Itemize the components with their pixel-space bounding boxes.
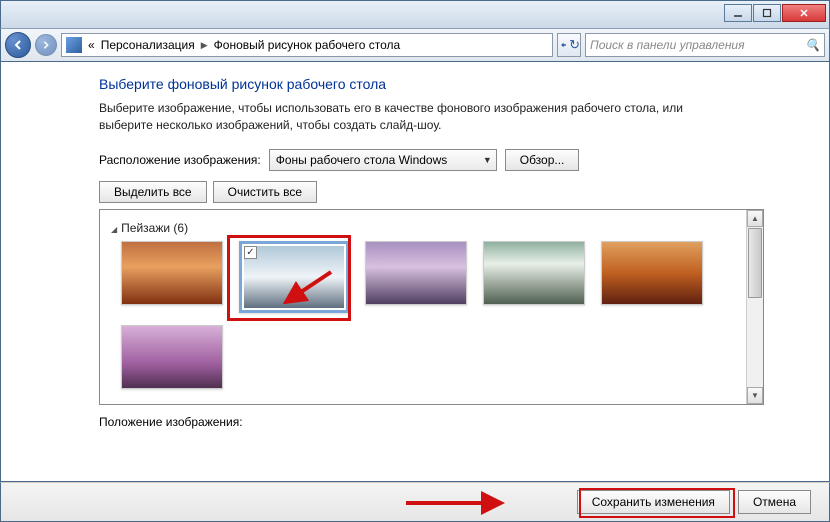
forward-button[interactable] [35, 34, 57, 56]
breadcrumb-level1[interactable]: Персонализация [101, 38, 195, 52]
page-title: Выберите фоновый рисунок рабочего стола [99, 76, 829, 92]
cancel-button[interactable]: Отмена [738, 490, 811, 514]
refresh-button[interactable]: ↻ [557, 33, 581, 57]
close-button[interactable] [782, 4, 826, 22]
browse-button[interactable]: Обзор... [505, 149, 580, 171]
search-input[interactable]: Поиск в панели управления 🔍 [585, 33, 825, 57]
gallery-scroll-area[interactable]: Пейзажи (6) ✓ Персонажи (6) [101, 211, 745, 403]
wallpaper-thumb[interactable] [483, 241, 585, 305]
location-value: Фоны рабочего стола Windows [276, 153, 448, 167]
image-location-row: Расположение изображения: Фоны рабочего … [99, 149, 829, 171]
breadcrumb-sep-icon: ▶ [201, 40, 208, 51]
breadcrumb-level2[interactable]: Фоновый рисунок рабочего стола [214, 38, 401, 52]
selection-buttons: Выделить все Очистить все [99, 181, 829, 203]
scroll-down-icon[interactable]: ▼ [747, 387, 763, 404]
wallpaper-thumb[interactable] [121, 325, 223, 389]
thumbnail-row: ✓ [111, 241, 735, 389]
location-label: Расположение изображения: [99, 153, 261, 167]
breadcrumb-ellipsis[interactable]: « [88, 38, 95, 52]
back-button[interactable] [5, 32, 31, 58]
wallpaper-thumb[interactable] [121, 241, 223, 305]
category-landscapes[interactable]: Пейзажи (6) [111, 221, 735, 235]
location-dropdown[interactable]: Фоны рабочего стола Windows ▼ [269, 149, 497, 171]
wallpaper-gallery: Пейзажи (6) ✓ Персонажи (6) ▲ ▼ [99, 209, 764, 405]
wallpaper-thumb[interactable] [365, 241, 467, 305]
select-all-button[interactable]: Выделить все [99, 181, 207, 203]
control-panel-icon [66, 37, 82, 53]
annotation-arrow-icon [401, 491, 511, 515]
clear-all-button[interactable]: Очистить все [213, 181, 317, 203]
wallpaper-thumb-selected[interactable]: ✓ [239, 241, 349, 313]
save-button[interactable]: Сохранить изменения [577, 490, 730, 514]
window-titlebar [0, 0, 830, 28]
search-placeholder: Поиск в панели управления [590, 38, 745, 52]
page-description: Выберите изображение, чтобы использовать… [99, 100, 739, 135]
scroll-up-icon[interactable]: ▲ [747, 210, 763, 227]
minimize-button[interactable] [724, 4, 752, 22]
dialog-footer: Сохранить изменения Отмена [0, 482, 830, 522]
wallpaper-thumb[interactable] [601, 241, 703, 305]
chevron-down-icon: ▼ [483, 155, 492, 165]
position-label: Положение изображения: [99, 415, 829, 429]
content-area: Выберите фоновый рисунок рабочего стола … [0, 62, 830, 482]
checkmark-icon: ✓ [244, 246, 257, 259]
navigation-bar: « Персонализация ▶ Фоновый рисунок рабоч… [0, 28, 830, 62]
vertical-scrollbar[interactable]: ▲ ▼ [746, 210, 763, 404]
window-controls [724, 4, 826, 22]
search-icon: 🔍 [805, 38, 820, 52]
scroll-thumb[interactable] [748, 228, 762, 298]
address-bar[interactable]: « Персонализация ▶ Фоновый рисунок рабоч… [61, 33, 553, 57]
maximize-button[interactable] [753, 4, 781, 22]
